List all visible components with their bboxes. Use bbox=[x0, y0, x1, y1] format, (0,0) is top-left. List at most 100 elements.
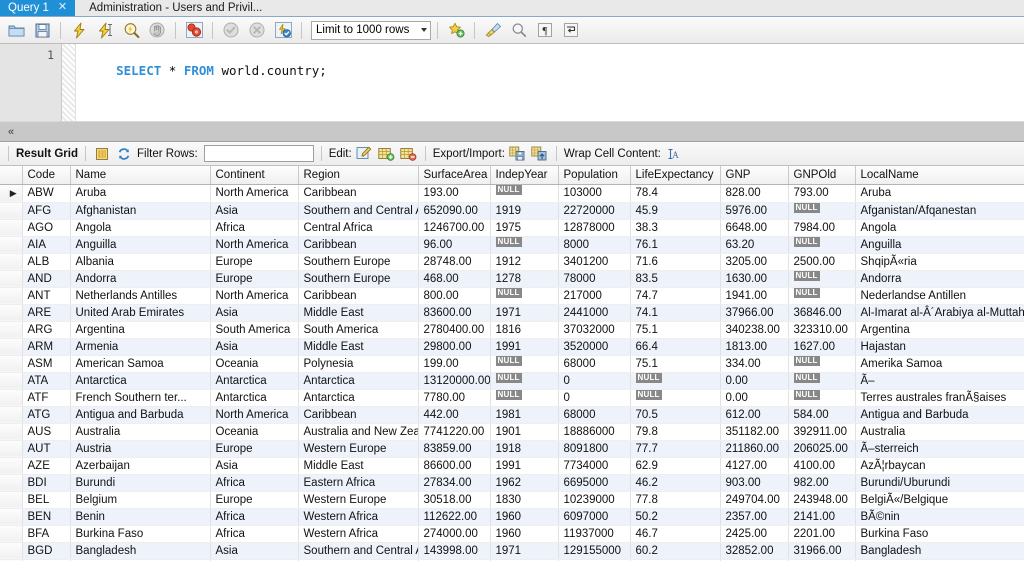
cell-region[interactable]: Caribbean bbox=[298, 287, 418, 304]
cell-gnp[interactable]: 63.20 bbox=[720, 236, 788, 253]
cell-gnpold[interactable]: 982.00 bbox=[788, 474, 855, 491]
table-row[interactable]: ANDAndorraEuropeSouthern Europe468.00127… bbox=[0, 270, 1024, 287]
cell-code[interactable]: ASM bbox=[22, 355, 70, 372]
table-row[interactable]: AGOAngolaAfricaCentral Africa1246700.001… bbox=[0, 219, 1024, 236]
cell-population[interactable]: 78000 bbox=[558, 270, 630, 287]
cell-name[interactable]: Angola bbox=[70, 219, 210, 236]
cell-gnpold[interactable]: 392911.00 bbox=[788, 423, 855, 440]
row-selector[interactable] bbox=[0, 508, 22, 525]
cell-region[interactable]: Southern and Central Asia bbox=[298, 542, 418, 559]
cell-name[interactable]: Andorra bbox=[70, 270, 210, 287]
cell-continent[interactable]: Asia bbox=[210, 202, 298, 219]
cell-lifeexpectancy[interactable]: 75.1 bbox=[630, 321, 720, 338]
column-header-population[interactable]: Population bbox=[558, 166, 630, 184]
cell-gnp[interactable]: 37966.00 bbox=[720, 304, 788, 321]
cell-continent[interactable]: Europe bbox=[210, 440, 298, 457]
cell-surfacearea[interactable]: 800.00 bbox=[418, 287, 490, 304]
cell-lifeexpectancy[interactable]: 66.4 bbox=[630, 338, 720, 355]
cell-surfacearea[interactable]: 1246700.00 bbox=[418, 219, 490, 236]
toggle-autocommit-button[interactable] bbox=[271, 19, 295, 41]
cell-gnp[interactable]: 1630.00 bbox=[720, 270, 788, 287]
cell-name[interactable]: Aruba bbox=[70, 184, 210, 202]
cell-population[interactable]: 217000 bbox=[558, 287, 630, 304]
cell-surfacearea[interactable]: 143998.00 bbox=[418, 542, 490, 559]
cell-gnpold[interactable]: 243948.00 bbox=[788, 491, 855, 508]
cell-localname[interactable]: Burundi/Uburundi bbox=[855, 474, 1024, 491]
row-selector[interactable] bbox=[0, 338, 22, 355]
cell-code[interactable]: ARM bbox=[22, 338, 70, 355]
cell-localname[interactable]: ShqipÃ«ria bbox=[855, 253, 1024, 270]
cell-region[interactable]: Caribbean bbox=[298, 184, 418, 202]
execute-current-statement-button[interactable] bbox=[93, 19, 117, 41]
wrap-cell-content-button[interactable]: A bbox=[664, 145, 683, 163]
cell-indepyear[interactable]: NULL bbox=[490, 287, 558, 304]
save-snippet-button[interactable] bbox=[444, 19, 468, 41]
cell-continent[interactable]: Asia bbox=[210, 304, 298, 321]
cell-indepyear[interactable]: 1278 bbox=[490, 270, 558, 287]
cell-gnpold[interactable]: NULL bbox=[788, 372, 855, 389]
cell-indepyear[interactable]: NULL bbox=[490, 355, 558, 372]
cell-indepyear[interactable]: NULL bbox=[490, 372, 558, 389]
cell-population[interactable]: 2441000 bbox=[558, 304, 630, 321]
cell-surfacearea[interactable]: 468.00 bbox=[418, 270, 490, 287]
row-selector[interactable] bbox=[0, 355, 22, 372]
cell-code[interactable]: ALB bbox=[22, 253, 70, 270]
cell-indepyear[interactable]: 1971 bbox=[490, 304, 558, 321]
table-row[interactable]: ▶ABWArubaNorth AmericaCaribbean193.00NUL… bbox=[0, 184, 1024, 202]
cell-gnpold[interactable]: 31966.00 bbox=[788, 542, 855, 559]
cell-continent[interactable]: Oceania bbox=[210, 355, 298, 372]
cell-lifeexpectancy[interactable]: 83.5 bbox=[630, 270, 720, 287]
chevron-down-icon[interactable] bbox=[421, 28, 427, 32]
cell-gnp[interactable]: 1813.00 bbox=[720, 338, 788, 355]
cell-name[interactable]: Netherlands Antilles bbox=[70, 287, 210, 304]
cell-name[interactable]: Benin bbox=[70, 508, 210, 525]
cell-continent[interactable]: Asia bbox=[210, 542, 298, 559]
cell-gnpold[interactable]: 2141.00 bbox=[788, 508, 855, 525]
explain-statement-button[interactable] bbox=[119, 19, 143, 41]
cell-gnp[interactable]: 340238.00 bbox=[720, 321, 788, 338]
cell-indepyear[interactable]: 1919 bbox=[490, 202, 558, 219]
cell-gnp[interactable]: 2425.00 bbox=[720, 525, 788, 542]
cell-gnp[interactable]: 351182.00 bbox=[720, 423, 788, 440]
cell-code[interactable]: ATG bbox=[22, 406, 70, 423]
cell-name[interactable]: Bangladesh bbox=[70, 542, 210, 559]
cell-indepyear[interactable]: NULL bbox=[490, 236, 558, 253]
cell-localname[interactable]: Ã– bbox=[855, 372, 1024, 389]
toggle-invisible-chars-button[interactable]: ¶ bbox=[533, 19, 557, 41]
cell-name[interactable]: Austria bbox=[70, 440, 210, 457]
cell-lifeexpectancy[interactable]: 46.2 bbox=[630, 474, 720, 491]
cell-region[interactable]: Antarctica bbox=[298, 389, 418, 406]
cell-code[interactable]: BEN bbox=[22, 508, 70, 525]
execute-statement-button[interactable] bbox=[67, 19, 91, 41]
cell-lifeexpectancy[interactable]: 71.6 bbox=[630, 253, 720, 270]
cell-gnpold[interactable]: NULL bbox=[788, 202, 855, 219]
cell-region[interactable]: South America bbox=[298, 321, 418, 338]
cell-localname[interactable]: Amerika Samoa bbox=[855, 355, 1024, 372]
cell-region[interactable]: Middle East bbox=[298, 304, 418, 321]
cell-indepyear[interactable]: 1991 bbox=[490, 457, 558, 474]
cell-lifeexpectancy[interactable]: 50.2 bbox=[630, 508, 720, 525]
cell-gnp[interactable]: 32852.00 bbox=[720, 542, 788, 559]
cell-code[interactable]: ABW bbox=[22, 184, 70, 202]
cell-lifeexpectancy[interactable]: 77.7 bbox=[630, 440, 720, 457]
cell-continent[interactable]: Antarctica bbox=[210, 372, 298, 389]
cell-continent[interactable]: North America bbox=[210, 184, 298, 202]
cell-localname[interactable]: AzÃ¦rbaycan bbox=[855, 457, 1024, 474]
cell-indepyear[interactable]: 1962 bbox=[490, 474, 558, 491]
cell-localname[interactable]: Aruba bbox=[855, 184, 1024, 202]
cell-name[interactable]: Burkina Faso bbox=[70, 525, 210, 542]
stop-statement-button[interactable] bbox=[145, 19, 169, 41]
cell-code[interactable]: ATF bbox=[22, 389, 70, 406]
cell-population[interactable]: 10239000 bbox=[558, 491, 630, 508]
cell-code[interactable]: AFG bbox=[22, 202, 70, 219]
row-selector[interactable] bbox=[0, 389, 22, 406]
cell-gnpold[interactable]: 7984.00 bbox=[788, 219, 855, 236]
cell-name[interactable]: Argentina bbox=[70, 321, 210, 338]
cell-gnp[interactable]: 0.00 bbox=[720, 389, 788, 406]
cell-gnpold[interactable]: 206025.00 bbox=[788, 440, 855, 457]
cell-region[interactable]: Southern and Central Asia bbox=[298, 202, 418, 219]
column-header-gnpold[interactable]: GNPOld bbox=[788, 166, 855, 184]
cell-localname[interactable]: Australia bbox=[855, 423, 1024, 440]
table-row[interactable]: ANTNetherlands AntillesNorth AmericaCari… bbox=[0, 287, 1024, 304]
column-header-region[interactable]: Region bbox=[298, 166, 418, 184]
